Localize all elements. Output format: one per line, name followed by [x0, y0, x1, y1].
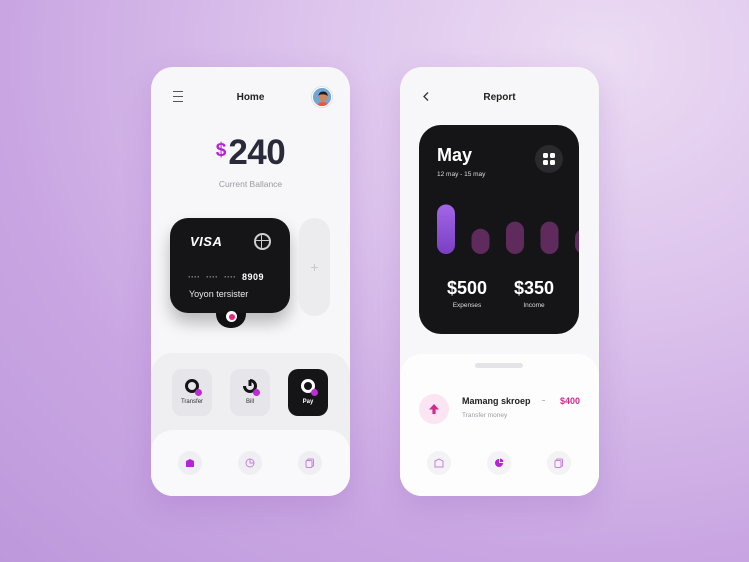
credit-card[interactable]: VISA ···· ···· ···· 8909 Yoyon tersister — [170, 218, 290, 313]
pie-chart-icon — [495, 458, 504, 467]
drag-handle[interactable] — [475, 363, 523, 368]
transfer-button[interactable]: Transfer — [172, 369, 212, 416]
nav-report[interactable] — [487, 451, 511, 475]
bottom-nav — [400, 430, 599, 496]
card-brand: VISA — [190, 234, 223, 249]
add-card-button[interactable]: + — [299, 218, 330, 316]
report-card: May 12 may - 15 may $500 Expenses $350 I… — [419, 125, 579, 334]
report-screen: Report May 12 may - 15 may $500 Expenses… — [400, 67, 599, 496]
bill-button[interactable]: Bill — [230, 369, 270, 416]
card-mask: ···· — [224, 272, 236, 282]
balance-currency: $ — [215, 140, 227, 161]
card-holder: Yoyon tersister — [189, 289, 249, 299]
wallet-icon — [434, 458, 444, 468]
nav-wallet[interactable] — [178, 451, 202, 475]
card-mask: ···· — [188, 272, 200, 282]
home-header: Home — [151, 87, 350, 107]
card-number: ···· ···· ···· 8909 — [188, 272, 264, 282]
chart-bar — [540, 221, 559, 254]
pay-icon — [301, 379, 318, 396]
card-mask: ···· — [206, 272, 218, 282]
chart-bar — [471, 228, 490, 254]
nav-wallet[interactable] — [427, 451, 451, 475]
wallet-icon — [186, 459, 194, 467]
card-pager-dot[interactable] — [226, 311, 237, 322]
chart-bar — [575, 230, 579, 253]
income-label: Income — [523, 302, 545, 309]
transaction-item[interactable] — [419, 394, 449, 424]
income-value: $350 — [513, 278, 555, 298]
nav-cards[interactable] — [547, 451, 571, 475]
card-last4: 8909 — [242, 272, 265, 282]
transfer-icon — [185, 379, 202, 396]
separator — [542, 400, 545, 402]
home-screen: Home $240 Current Ballance VISA ···· ····… — [151, 67, 350, 496]
transfer-label: Transfer — [180, 399, 204, 405]
nav-cards[interactable] — [298, 451, 322, 475]
pay-label: Pay — [302, 399, 314, 405]
pay-button[interactable]: Pay — [288, 369, 328, 416]
expenses-stat: $500 Expenses — [439, 278, 495, 309]
avatar[interactable] — [312, 87, 332, 107]
expenses-value: $500 — [446, 278, 488, 298]
transaction-amount: $400 — [559, 396, 580, 406]
cards-icon — [305, 458, 314, 468]
page-title: Report — [483, 92, 516, 103]
cards-icon — [554, 458, 563, 468]
transactions-panel: Mamang skroep Transfer money $400 — [400, 354, 599, 496]
quick-actions: Transfer Bill Pay — [151, 353, 350, 496]
bottom-nav — [151, 430, 350, 496]
income-stat: $350 Income — [507, 278, 561, 309]
balance-amount: 240 — [228, 133, 286, 172]
bill-icon — [243, 379, 260, 396]
balance-label: Current Ballance — [218, 179, 283, 189]
nav-report[interactable] — [238, 451, 262, 475]
chip-icon — [254, 233, 271, 250]
balance: $240 — [151, 133, 350, 173]
bill-label: Bill — [245, 399, 254, 405]
expenses-label: Expenses — [452, 302, 482, 309]
chart-bar — [506, 221, 524, 254]
report-header: Report — [400, 87, 599, 107]
chart-bar — [437, 204, 455, 254]
transaction-subtitle: Transfer money — [462, 412, 508, 419]
pie-chart-icon — [245, 458, 255, 468]
arrow-up-icon — [429, 404, 439, 414]
transaction-name: Mamang skroep — [462, 396, 531, 406]
